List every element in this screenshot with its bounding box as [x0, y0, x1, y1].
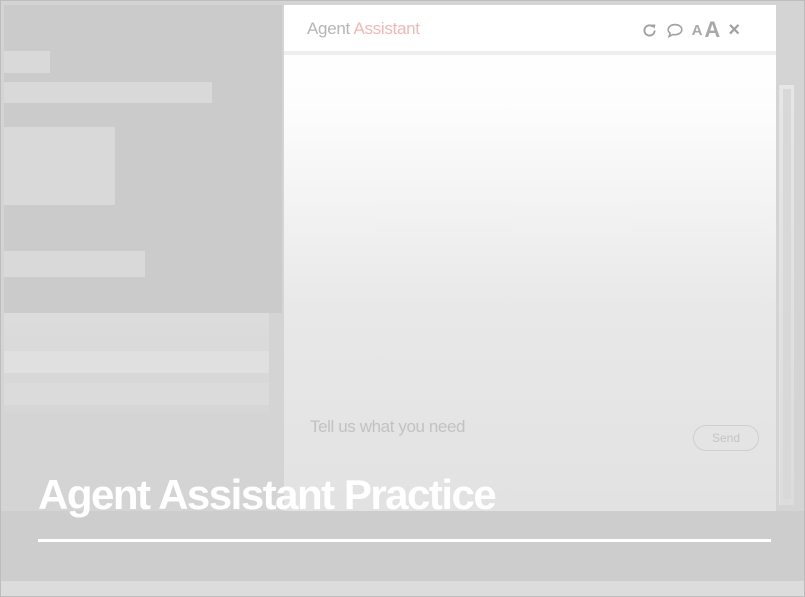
scrollbar-thumb[interactable]: [783, 89, 791, 499]
font-size-decrease-button[interactable]: A: [692, 22, 703, 39]
placeholder-strip: [4, 383, 269, 405]
screenshot-frame: Agent Assistant A A × Tell us what you n…: [0, 0, 805, 597]
page-title: Agent Assistant Practice: [38, 471, 497, 518]
placeholder-block: [4, 82, 212, 103]
placeholder-block: [4, 127, 115, 205]
title-band: [1, 511, 804, 581]
placeholder-block: [4, 251, 145, 277]
placeholder-strip: [4, 351, 269, 373]
background-page-lower: [4, 313, 269, 413]
close-icon[interactable]: ×: [728, 19, 740, 42]
send-button[interactable]: Send: [693, 425, 759, 451]
chat-header: Agent Assistant A A ×: [284, 5, 776, 55]
chat-title-agent: Agent: [307, 19, 350, 38]
font-size-increase-button[interactable]: A: [704, 17, 720, 43]
agent-assistant-chat-window: Agent Assistant A A × Tell us what you n…: [284, 5, 776, 511]
background-page-panel: [4, 5, 282, 313]
placeholder-block: [4, 51, 50, 73]
chat-title-assistant: Assistant: [353, 19, 420, 38]
chat-title: Agent Assistant: [307, 19, 420, 39]
chat-message-input[interactable]: [308, 413, 612, 441]
refresh-icon[interactable]: [641, 22, 658, 39]
title-underline: [38, 539, 771, 542]
chat-header-actions: A A ×: [641, 17, 740, 43]
bottom-strip: [1, 581, 804, 596]
speech-bubble-icon[interactable]: [666, 22, 684, 39]
chat-scrollbar[interactable]: [779, 85, 794, 505]
